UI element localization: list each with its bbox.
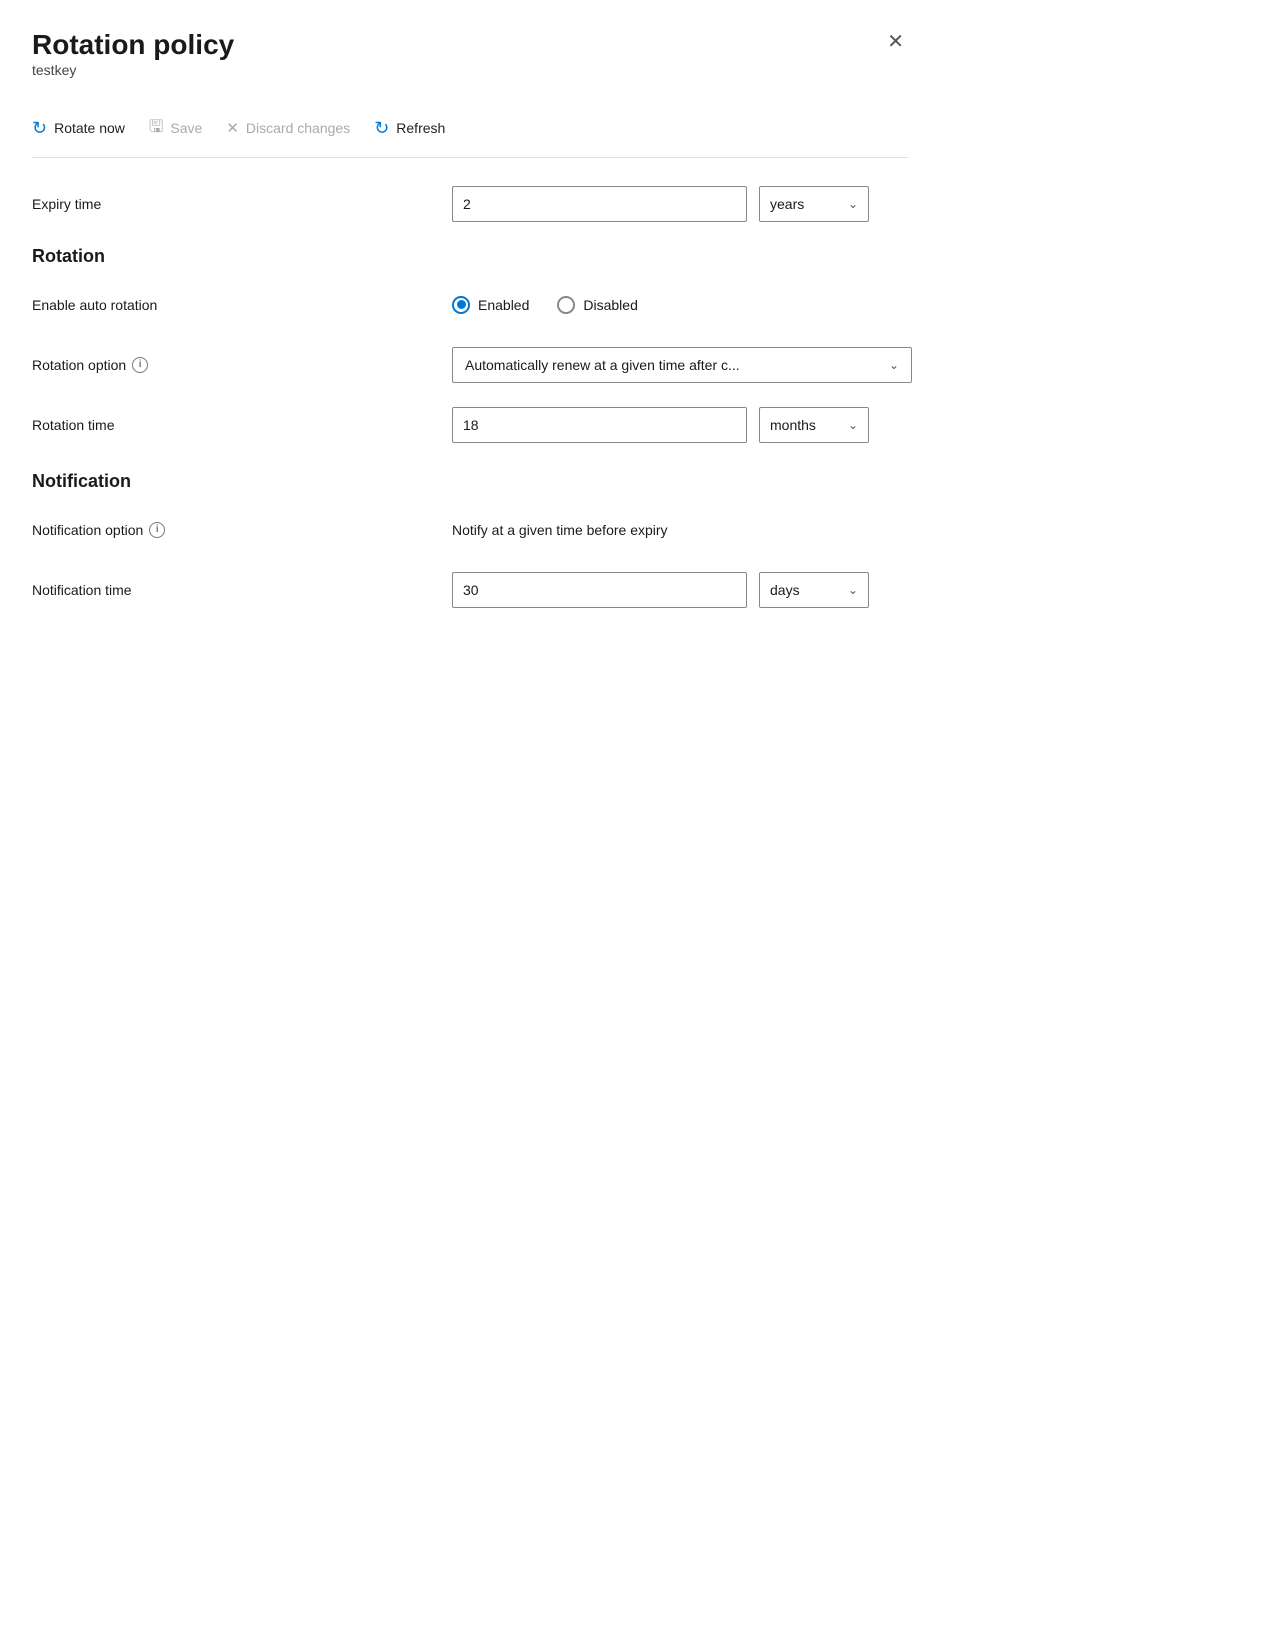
notification-time-row: Notification time days ⌄ [32, 572, 908, 608]
expiry-unit-select[interactable]: years ⌄ [759, 186, 869, 222]
auto-rotation-controls: Enabled Disabled [452, 296, 908, 314]
disabled-label: Disabled [583, 297, 637, 313]
rotation-time-unit-wrapper: months ⌄ [759, 407, 869, 443]
discard-icon: ✕ [226, 119, 239, 137]
refresh-label: Refresh [396, 120, 445, 136]
notification-time-input[interactable] [452, 572, 747, 608]
rotation-option-row: Rotation option i Automatically renew at… [32, 347, 908, 383]
rotation-option-dropdown[interactable]: Automatically renew at a given time afte… [452, 347, 912, 383]
auto-rotation-row: Enable auto rotation Enabled Disabled [32, 287, 908, 323]
rotation-time-controls: months ⌄ [452, 407, 908, 443]
rotate-now-label: Rotate now [54, 120, 125, 136]
discard-changes-button[interactable]: ✕ Discard changes [226, 117, 350, 139]
rotation-section-heading: Rotation [32, 246, 908, 267]
rotation-time-unit-select[interactable]: months ⌄ [759, 407, 869, 443]
header-text-group: Rotation policy testkey [32, 28, 234, 96]
save-label: Save [170, 120, 202, 136]
notification-time-unit-chevron-icon: ⌄ [848, 583, 858, 597]
close-icon: ✕ [887, 31, 904, 53]
save-button[interactable]: 🖫 Save [149, 112, 202, 145]
panel-title: Rotation policy [32, 28, 234, 62]
notification-time-controls: days ⌄ [452, 572, 908, 608]
auto-rotation-radio-group: Enabled Disabled [452, 296, 638, 314]
auto-rotation-disabled-radio[interactable] [557, 296, 575, 314]
expiry-time-input[interactable] [452, 186, 747, 222]
panel-header: Rotation policy testkey ✕ [32, 28, 908, 96]
rotation-option-info-icon: i [132, 357, 148, 373]
radio-dot [457, 300, 466, 309]
rotation-option-label: Rotation option i [32, 357, 452, 373]
refresh-icon: ↻ [374, 118, 389, 139]
rotation-time-row: Rotation time months ⌄ [32, 407, 908, 443]
rotation-option-controls: Automatically renew at a given time afte… [452, 347, 912, 383]
expiry-time-label: Expiry time [32, 196, 452, 212]
rotation-time-unit-value: months [770, 417, 816, 433]
rotation-policy-panel: Rotation policy testkey ✕ ↻ Rotate now 🖫… [0, 0, 940, 1650]
panel-subtitle: testkey [32, 62, 234, 78]
expiry-controls: years ⌄ [452, 186, 908, 222]
expiry-unit-chevron-icon: ⌄ [848, 197, 858, 211]
rotation-time-label: Rotation time [32, 417, 452, 433]
notification-option-row: Notification option i Notify at a given … [32, 512, 908, 548]
refresh-button[interactable]: ↻ Refresh [374, 116, 445, 141]
expiry-unit-value: years [770, 196, 804, 212]
close-button[interactable]: ✕ [883, 28, 908, 56]
discard-label: Discard changes [246, 120, 350, 136]
notification-option-info-icon: i [149, 522, 165, 538]
notification-time-unit-select[interactable]: days ⌄ [759, 572, 869, 608]
notification-section-heading: Notification [32, 471, 908, 492]
rotation-option-value: Automatically renew at a given time afte… [465, 357, 740, 373]
notification-time-label: Notification time [32, 582, 452, 598]
notification-option-label: Notification option i [32, 522, 452, 538]
expiry-time-row: Expiry time years ⌄ [32, 186, 908, 222]
toolbar: ↻ Rotate now 🖫 Save ✕ Discard changes ↻ … [32, 100, 908, 158]
notification-section: Notification Notification option i Notif… [32, 471, 908, 608]
rotate-now-button[interactable]: ↻ Rotate now [32, 116, 125, 141]
enabled-label: Enabled [478, 297, 529, 313]
rotation-section: Rotation Enable auto rotation Enabled Di… [32, 246, 908, 443]
notification-time-unit-wrapper: days ⌄ [759, 572, 869, 608]
save-icon: 🖫 [149, 114, 163, 143]
auto-rotation-enabled-option[interactable]: Enabled [452, 296, 529, 314]
auto-rotation-disabled-option[interactable]: Disabled [557, 296, 637, 314]
notification-time-unit-value: days [770, 582, 800, 598]
notification-option-value: Notify at a given time before expiry [452, 522, 668, 538]
expiry-unit-wrapper: years ⌄ [759, 186, 869, 222]
rotation-time-unit-chevron-icon: ⌄ [848, 418, 858, 432]
auto-rotation-enabled-radio[interactable] [452, 296, 470, 314]
rotate-now-icon: ↻ [32, 118, 47, 139]
auto-rotation-label: Enable auto rotation [32, 297, 452, 313]
notification-option-controls: Notify at a given time before expiry [452, 522, 908, 538]
rotation-option-chevron-icon: ⌄ [889, 358, 899, 372]
rotation-time-input[interactable] [452, 407, 747, 443]
